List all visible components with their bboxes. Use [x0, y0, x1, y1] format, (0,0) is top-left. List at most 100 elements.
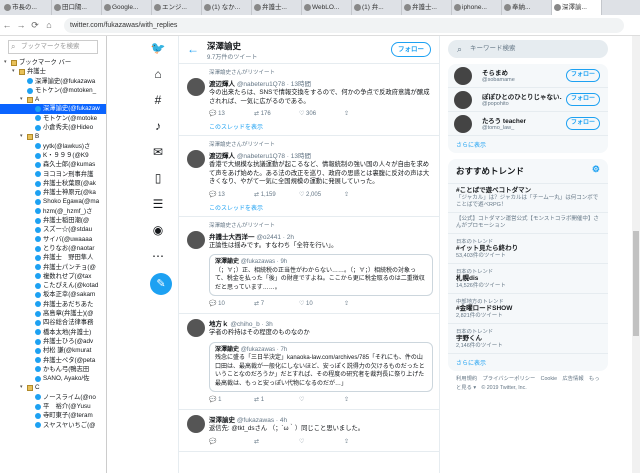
bookmark-item[interactable]: とりなお(@naotar: [0, 244, 106, 253]
bookmark-item[interactable]: ヨコヨン刑事弁護: [0, 170, 106, 179]
more-icon[interactable]: ⋯: [150, 248, 166, 264]
bookmark-search-input[interactable]: ブックマークを検索: [8, 40, 98, 54]
bookmark-folder[interactable]: ▾ A: [0, 95, 106, 104]
show-thread-link[interactable]: このスレッドを表示: [209, 122, 433, 131]
share-button[interactable]: ⇪: [344, 438, 389, 447]
bookmark-item[interactable]: 森久士郎(@kumas: [0, 160, 106, 169]
bookmark-item[interactable]: 弁護士パンチョ(@: [0, 263, 106, 272]
expand-arrow-icon[interactable]: ▾: [20, 95, 27, 104]
tweet-author-name[interactable]: 渡辺輝人: [209, 153, 235, 160]
browser-tab[interactable]: エンジ...: [152, 0, 202, 15]
browser-tab[interactable]: 奉納...: [502, 0, 552, 15]
reply-button[interactable]: 💬 10: [209, 300, 254, 309]
bookmark-item[interactable]: 深澤諭史(@fukazaw: [0, 104, 106, 114]
bookmark-icon[interactable]: ▯: [150, 170, 166, 186]
home-icon[interactable]: ⌂: [42, 20, 56, 30]
avatar[interactable]: [454, 67, 472, 85]
mail-icon[interactable]: ✉: [150, 144, 166, 160]
browser-tab[interactable]: (1) 弁...: [352, 0, 402, 15]
tweet[interactable]: 深澤諭史さんがリツイート 渡辺輝人 @nabeteru1Q78 · 13時間 今の出…: [179, 64, 439, 136]
trend-item[interactable]: #ことばで遊べコトダマン 「ジャカル」は？ジャカルは「チーム一丸」は何コンボでこと…: [448, 184, 608, 213]
hashtag-icon[interactable]: #: [150, 92, 166, 108]
tweet-author-name[interactable]: 渡辺輝人: [209, 81, 235, 88]
avatar[interactable]: [187, 319, 205, 337]
twitter-search-input[interactable]: キーワード検索: [448, 40, 608, 58]
like-button[interactable]: ♡ 306: [299, 110, 344, 119]
avatar[interactable]: [454, 91, 472, 109]
recommended-account[interactable]: ぽぽひとのひとりじゃない... @popohito フォロー: [448, 88, 608, 112]
retweet-button[interactable]: ⇄ 176: [254, 110, 299, 119]
retweet-button[interactable]: ⇄ 7: [254, 300, 299, 309]
recommended-account[interactable]: そらまめ @sobamame フォロー: [448, 64, 608, 88]
bookmark-item[interactable]: モトケン(@motoke: [0, 114, 106, 123]
bookmark-item[interactable]: 高島章(弁護士)(@: [0, 309, 106, 318]
browser-tab[interactable]: Google...: [102, 0, 152, 15]
like-button[interactable]: ♡: [299, 438, 344, 447]
tweet[interactable]: 深澤諭史 @fukazawas · 4h 返信先: @tkt_dsさん （；´ω｀…: [179, 410, 439, 452]
url-bar[interactable]: twitter.com/fukazawas/with_replies: [64, 17, 624, 33]
trend-item[interactable]: 【公式】コトダマン運営公式【モンストコラボ開催中】さんがプロモーション: [448, 213, 608, 234]
expand-arrow-icon[interactable]: ▾: [20, 383, 27, 392]
trend-item[interactable]: 日本のトレンド 札幌dis 14,526件のツイート: [448, 264, 608, 294]
bookmark-item[interactable]: SANO, Ayako/佐: [0, 374, 106, 383]
browser-tab[interactable]: iphone...: [452, 0, 502, 15]
reply-button[interactable]: 💬 13: [209, 191, 254, 200]
share-button[interactable]: ⇪: [344, 110, 389, 119]
browser-tab[interactable]: (1) なか...: [202, 0, 252, 15]
bookmark-item[interactable]: 深澤諭史(@fukazawa: [0, 77, 106, 86]
like-button[interactable]: ♡: [299, 396, 344, 405]
follow-button[interactable]: フォロー: [391, 42, 431, 57]
browser-tab[interactable]: 弁護士...: [402, 0, 452, 15]
avatar[interactable]: [187, 230, 205, 249]
bookmark-item[interactable]: サイバ(@uwaaaa: [0, 235, 106, 244]
bookmark-item[interactable]: 弁護士稲田潮(@: [0, 216, 106, 225]
scrollbar-thumb[interactable]: [633, 231, 639, 336]
expand-arrow-icon[interactable]: ▾: [20, 132, 27, 141]
quoted-tweet[interactable]: 深澤諭史 @fukazawas · 7h 残念に盛る「三日半決定」kanaoka-…: [209, 341, 433, 392]
back-arrow-icon[interactable]: ←: [187, 42, 199, 56]
trend-item[interactable]: 日本のトレンド #イット見たら終わり 53,403件のツイート: [448, 234, 608, 264]
browser-tab[interactable]: WebLO...: [302, 0, 352, 15]
browser-tab[interactable]: 田口陽...: [52, 0, 102, 15]
bookmark-item[interactable]: 弁護士ペタ(@peta: [0, 356, 106, 365]
bookmark-item[interactable]: 坂本正幸(@sakam: [0, 290, 106, 299]
trend-item[interactable]: 日本のトレンド 宇野くん 2,146件のツイート: [448, 324, 608, 354]
bell-icon[interactable]: ♪: [150, 118, 166, 134]
reply-button[interactable]: 💬: [209, 438, 254, 447]
bookmark-item[interactable]: モトケン(@motoken_: [0, 86, 106, 95]
browser-tab[interactable]: 市長の...: [2, 0, 52, 15]
browser-tab[interactable]: 深澤諭...: [552, 0, 602, 15]
bookmark-item[interactable]: こたぴえん(@kotad: [0, 281, 106, 290]
bookmark-item[interactable]: Shoko Egawa(@ma: [0, 197, 106, 206]
page-scrollbar[interactable]: [632, 36, 640, 473]
bookmark-folder[interactable]: ▾ C: [0, 383, 106, 392]
reload-icon[interactable]: ⟳: [28, 20, 42, 31]
tweet[interactable]: 深澤諭史さんがリツイート 弁護士大西洋一 @o2441 · 2h 正論性は揺みです。…: [179, 217, 439, 314]
show-thread-link[interactable]: このスレッドを表示: [209, 203, 433, 212]
trend-item[interactable]: 中部地方のトレンド #金曜ロードSHOW 2,821件のツイート: [448, 294, 608, 324]
compose-tweet-button[interactable]: ✎: [150, 273, 172, 295]
twitter-logo-icon[interactable]: 🐦: [150, 40, 166, 56]
bookmark-item[interactable]: 弁護士秋葉原(@ak: [0, 179, 106, 188]
expand-arrow-icon[interactable]: ▾: [4, 58, 11, 67]
retweet-button[interactable]: ⇄: [254, 438, 299, 447]
forward-icon[interactable]: →: [14, 20, 28, 30]
tweet-author-name[interactable]: 深澤諭史: [209, 417, 235, 424]
bookmark-item[interactable]: 小倉秀夫(@Hideo: [0, 123, 106, 132]
retweet-button[interactable]: ⇄ 1,159: [254, 191, 299, 200]
bookmark-item[interactable]: 複数れせプ(@tax: [0, 272, 106, 281]
bookmark-item[interactable]: 橋本太地(弁護士): [0, 328, 106, 337]
share-button[interactable]: ⇪: [344, 191, 389, 200]
avatar[interactable]: [187, 78, 205, 96]
browser-tab[interactable]: 弁護士...: [252, 0, 302, 15]
back-icon[interactable]: ←: [0, 20, 14, 30]
bookmark-item[interactable]: 平 裕介(@Yusu: [0, 402, 106, 411]
tweet-author-name[interactable]: 地方ｋ: [209, 321, 229, 328]
bookmark-item[interactable]: 弁護士あだちあた: [0, 300, 106, 309]
like-button[interactable]: ♡ 2,005: [299, 191, 344, 200]
recommend-more-link[interactable]: さらに表示: [448, 136, 608, 153]
follow-button[interactable]: フォロー: [566, 117, 600, 130]
tweet[interactable]: 地方ｋ @chiho_b · 3h 学者の矜持はその程度のものなのか 深澤諭史 @f…: [179, 314, 439, 410]
bookmark-item[interactable]: 弁護士 野田隼人: [0, 253, 106, 262]
bookmark-item[interactable]: 村松 謙(@kmurat: [0, 346, 106, 355]
